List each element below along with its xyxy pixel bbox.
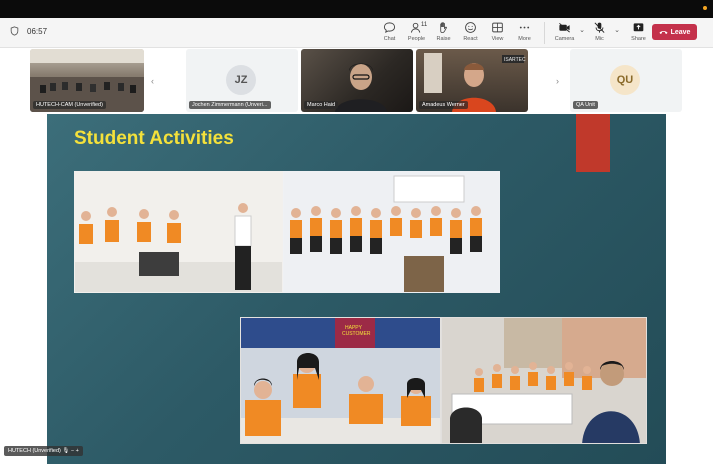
mic-options-chevron-icon[interactable]: ⌄: [613, 26, 621, 34]
hand-icon: [440, 22, 447, 34]
notification-dot: [703, 6, 707, 10]
mic-label: Mic: [595, 36, 604, 42]
presenter-name-badge: HUTECH (Unverified) 🎙 − +: [4, 446, 83, 456]
camera-icon: [559, 22, 570, 33]
participant-name: Amadeus Werner: [419, 101, 468, 109]
avatar: JZ: [226, 65, 256, 95]
mic-button[interactable]: Mic: [586, 21, 613, 42]
isartec-text: ISARTEC: [504, 57, 526, 63]
activity-photo: HAPPY CUSTOMER: [240, 317, 441, 444]
activity-photo: [283, 171, 500, 293]
view-button[interactable]: View: [484, 21, 511, 42]
share-icon: [633, 23, 644, 32]
photo-content: [75, 172, 282, 292]
people-count: 11: [421, 22, 428, 28]
leave-label: Leave: [670, 28, 691, 36]
share-button[interactable]: Share: [625, 21, 652, 42]
participant-tile[interactable]: JZ Jochen Zimmermann (Unveri...: [186, 49, 298, 112]
share-label: Share: [631, 36, 646, 42]
camera-button[interactable]: Camera: [551, 21, 578, 42]
shield-icon: [10, 26, 19, 36]
meeting-toolbar: Chat 11 People Raise React View More Cam…: [376, 21, 652, 44]
react-button[interactable]: React: [457, 21, 484, 42]
meeting-timer: 06:57: [10, 26, 47, 36]
chat-icon: [383, 22, 396, 34]
activity-photo: [74, 171, 283, 293]
more-label: More: [518, 36, 531, 42]
scroll-left-chevron-icon[interactable]: ‹: [151, 76, 154, 86]
presenter-name: HUTECH (Unverified): [8, 448, 61, 454]
more-icon: [519, 26, 530, 29]
mic-icon: 🎙: [62, 448, 70, 454]
scroll-right-chevron-icon[interactable]: ›: [556, 76, 559, 86]
mic-muted-icon: [594, 22, 605, 33]
camera-options-chevron-icon[interactable]: ⌄: [578, 26, 586, 34]
slide-accent-bar: [576, 114, 610, 172]
chat-button[interactable]: Chat: [376, 21, 403, 42]
raise-label: Raise: [436, 36, 451, 42]
camera-label: Camera: [554, 36, 575, 42]
more-button[interactable]: More: [511, 21, 538, 42]
minus-icon[interactable]: −: [71, 448, 74, 454]
grid-icon: [492, 22, 503, 33]
participant-tile[interactable]: QU QA Unit: [570, 49, 682, 112]
smiley-icon: [465, 22, 476, 33]
participant-tile[interactable]: Marco Haid: [301, 49, 413, 112]
participant-tile[interactable]: HUTECH-CAM (Unverified): [30, 49, 144, 112]
elapsed-time: 06:57: [27, 26, 48, 36]
meeting-header: 06:57 Chat 11 People Raise React View Mo…: [0, 18, 713, 48]
participant-name: QA Unit: [573, 101, 598, 109]
chat-label: Chat: [383, 36, 396, 42]
participant-name: Marco Haid: [304, 101, 339, 109]
react-label: React: [463, 36, 478, 42]
plus-icon[interactable]: +: [76, 448, 79, 454]
slide-title: Student Activities: [74, 128, 234, 149]
shared-screen: Student Activities HAPPY CUSTOMER: [47, 114, 666, 464]
hang-up-icon: [659, 30, 668, 34]
os-title-bar: [0, 0, 713, 18]
participant-name: HUTECH-CAM (Unverified): [33, 101, 106, 109]
view-label: View: [491, 36, 504, 42]
leave-button[interactable]: Leave: [652, 24, 697, 40]
avatar: QU: [610, 65, 640, 95]
photo-content: HAPPY CUSTOMER: [241, 318, 440, 443]
participant-strip: HUTECH-CAM (Unverified) ‹ JZ Jochen Zimm…: [0, 48, 713, 114]
people-button[interactable]: 11 People: [403, 21, 430, 42]
photo-content: [284, 172, 499, 292]
participant-name: Jochen Zimmermann (Unveri...: [189, 101, 271, 109]
photo-content: [442, 318, 646, 443]
participant-tile[interactable]: ISARTEC Amadeus Werner: [416, 49, 528, 112]
people-label: People: [407, 36, 426, 42]
activity-photo: [441, 317, 647, 444]
raise-hand-button[interactable]: Raise: [430, 21, 457, 42]
toolbar-divider: [544, 22, 545, 44]
